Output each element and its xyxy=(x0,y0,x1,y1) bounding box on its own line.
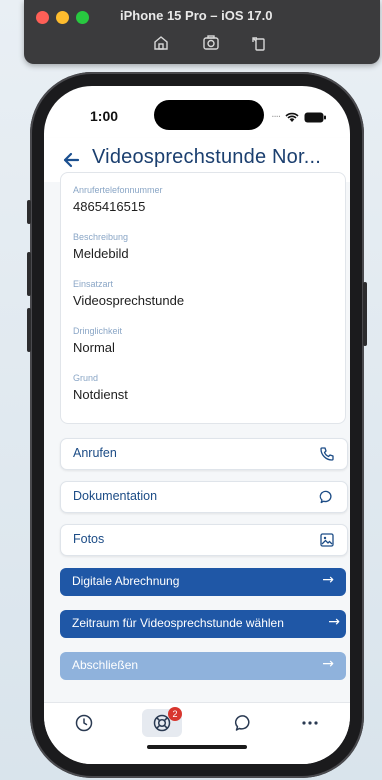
digital-billing-label: Digitale Abrechnung xyxy=(72,574,180,588)
detail-value: 4865416515 xyxy=(73,199,146,214)
notification-badge: 2 xyxy=(168,707,182,721)
detail-label: Anrufertelefonnummer xyxy=(73,185,163,195)
cellular-icon: ···· xyxy=(271,112,281,123)
simulator-titlebar: iPhone 15 Pro – iOS 17.0 xyxy=(24,0,380,64)
status-icons: ···· xyxy=(271,108,326,127)
clock-icon xyxy=(75,714,93,732)
arrow-right-icon: → xyxy=(322,572,334,588)
dynamic-island xyxy=(154,100,264,130)
home-indicator[interactable] xyxy=(147,745,247,749)
complete-button[interactable]: Abschließen → xyxy=(60,652,346,680)
tab-bar: 2 xyxy=(44,702,350,764)
choose-time-slot-button[interactable]: Zeitraum für Videosprechstunde wählen → xyxy=(60,610,346,638)
battery-icon xyxy=(304,108,326,127)
documentation-button[interactable]: Dokumentation xyxy=(60,481,348,513)
complete-label: Abschließen xyxy=(72,658,139,672)
simulator-title: iPhone 15 Pro – iOS 17.0 xyxy=(120,8,273,23)
chat-icon xyxy=(234,715,250,731)
detail-value: Normal xyxy=(73,340,115,355)
phone-icon xyxy=(319,446,335,462)
rotate-icon[interactable] xyxy=(250,34,268,52)
page-title: Videosprechstunde Nor... xyxy=(92,146,322,168)
detail-content[interactable]: Anrufertelefonnummer 4865416515 Beschrei… xyxy=(44,172,350,702)
action-button xyxy=(27,200,31,224)
arrow-right-icon: → xyxy=(322,656,334,672)
tab-history[interactable] xyxy=(72,711,96,735)
photos-button[interactable]: Fotos xyxy=(60,524,348,556)
choose-time-slot-label: Zeitraum für Videosprechstunde wählen xyxy=(72,616,284,630)
detail-value: Meldebild xyxy=(73,246,129,261)
detail-value: Videosprechstunde xyxy=(73,293,185,308)
volume-down-button xyxy=(27,308,31,352)
detail-value: Notdienst xyxy=(73,387,128,402)
screenshot-icon[interactable] xyxy=(202,34,220,52)
call-button[interactable]: Anrufen xyxy=(60,438,348,470)
power-button xyxy=(363,282,367,346)
detail-label: Dringlichkeit xyxy=(73,326,123,336)
chat-icon xyxy=(319,489,335,505)
detail-label: Grund xyxy=(73,373,99,383)
digital-billing-button[interactable]: Digitale Abrechnung → xyxy=(60,568,346,596)
zoom-window-button[interactable] xyxy=(76,11,89,24)
arrow-right-icon: → xyxy=(328,614,340,630)
phone-screen: 1:00 ···· Videosprechstunde Nor... Anruf… xyxy=(44,86,350,764)
close-window-button[interactable] xyxy=(36,11,49,24)
details-card: Anrufertelefonnummer 4865416515 Beschrei… xyxy=(60,172,346,424)
call-label: Anrufen xyxy=(73,446,117,460)
detail-label: Einsatzart xyxy=(73,279,114,289)
wifi-icon xyxy=(285,108,299,127)
status-time: 1:00 xyxy=(90,108,119,124)
image-icon xyxy=(319,532,335,548)
tab-more[interactable] xyxy=(298,711,322,735)
minimize-window-button[interactable] xyxy=(56,11,69,24)
photos-label: Fotos xyxy=(73,532,105,546)
volume-up-button xyxy=(27,252,31,296)
more-icon xyxy=(302,721,318,725)
detail-label: Beschreibung xyxy=(73,232,129,242)
documentation-label: Dokumentation xyxy=(73,489,158,503)
arrow-left-icon xyxy=(63,152,80,168)
home-icon[interactable] xyxy=(152,34,170,52)
back-button[interactable] xyxy=(62,144,80,175)
tab-messages[interactable] xyxy=(232,711,256,735)
